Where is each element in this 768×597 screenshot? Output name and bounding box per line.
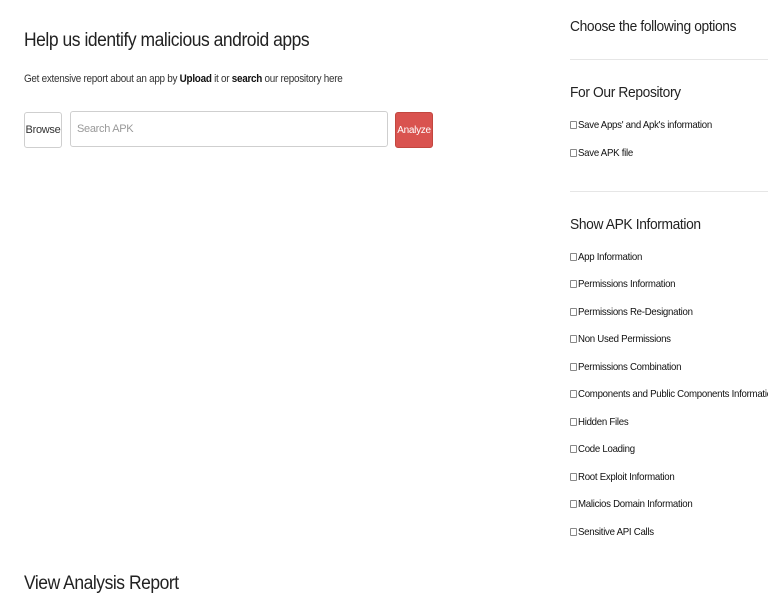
analyze-button[interactable]: Analyze <box>395 112 433 148</box>
option-root-exploit[interactable]: Root Exploit Information <box>570 471 683 483</box>
browse-button[interactable]: Browse <box>24 112 62 148</box>
option-label: Sensitive API Calls <box>578 526 654 538</box>
option-sensitive-api-calls[interactable]: Sensitive API Calls <box>570 526 660 538</box>
checkbox[interactable] <box>570 500 577 508</box>
divider <box>570 59 768 60</box>
option-label: Permissions Re-Designation <box>578 306 693 318</box>
option-label: Root Exploit Information <box>578 471 675 483</box>
checkbox[interactable] <box>570 149 577 157</box>
checkbox[interactable] <box>570 473 577 481</box>
option-permissions-combination[interactable]: Permissions Combination <box>570 361 690 373</box>
option-label: Non Used Permissions <box>578 333 671 345</box>
option-code-loading[interactable]: Code Loading <box>570 443 640 455</box>
checkbox[interactable] <box>570 390 577 398</box>
option-label: Save Apps' and Apk's information <box>578 119 712 131</box>
option-save-apk[interactable]: Save APK file <box>570 147 638 159</box>
report-title: View Analysis Report <box>24 573 179 594</box>
checkbox[interactable] <box>570 335 577 343</box>
option-label: Hidden Files <box>578 416 629 428</box>
subtitle-prefix: Get extensive report about an app by <box>24 73 180 85</box>
option-label: Save APK file <box>578 147 633 159</box>
option-permissions-redesignation[interactable]: Permissions Re-Designation <box>570 306 703 318</box>
option-label: Permissions Combination <box>578 361 682 373</box>
checkbox[interactable] <box>570 121 577 129</box>
option-components[interactable]: Components and Public Components Informa… <box>570 388 768 400</box>
main-panel: Help us identify malicious android apps … <box>24 30 544 148</box>
option-save-info[interactable]: Save Apps' and Apk's information <box>570 119 724 131</box>
apk-info-heading: Show APK Information <box>570 216 701 233</box>
option-label: Components and Public Components Informa… <box>578 388 768 400</box>
option-label: Permissions Information <box>578 278 676 290</box>
checkbox[interactable] <box>570 445 577 453</box>
checkbox[interactable] <box>570 418 577 426</box>
option-hidden-files[interactable]: Hidden Files <box>570 416 633 428</box>
page-subtitle: Get extensive report about an app by Upl… <box>24 73 492 85</box>
option-label: App Information <box>578 251 643 263</box>
option-permissions-information[interactable]: Permissions Information <box>570 278 684 290</box>
checkbox[interactable] <box>570 363 577 371</box>
subtitle-upload: Upload <box>179 73 212 85</box>
page-title: Help us identify malicious android apps <box>24 30 310 51</box>
search-input[interactable] <box>70 111 388 147</box>
options-heading: Choose the following options <box>570 18 737 35</box>
option-non-used-permissions[interactable]: Non Used Permissions <box>570 333 679 345</box>
option-label: Malicios Domain Information <box>578 498 693 510</box>
subtitle-suffix: our repository here <box>262 73 343 85</box>
option-app-information[interactable]: App Information <box>570 251 648 263</box>
checkbox[interactable] <box>570 308 577 316</box>
option-label: Code Loading <box>578 443 635 455</box>
page: Help us identify malicious android apps … <box>0 0 768 597</box>
checkbox[interactable] <box>570 528 577 536</box>
option-malicious-domain[interactable]: Malicios Domain Information <box>570 498 702 510</box>
subtitle-search: search <box>231 73 263 85</box>
repository-heading: For Our Repository <box>570 84 681 101</box>
search-form: Browse Analyze <box>24 111 444 149</box>
divider <box>570 191 768 192</box>
checkbox[interactable] <box>570 253 577 261</box>
subtitle-middle: it or <box>211 73 232 85</box>
checkbox[interactable] <box>570 280 577 288</box>
